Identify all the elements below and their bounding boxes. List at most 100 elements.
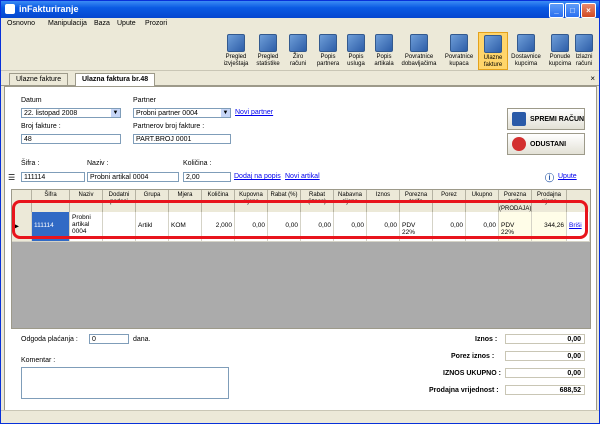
odgoda-label: Odgoda plaćanja : (21, 336, 78, 343)
dodaj-na-popis-link[interactable]: Dodaj na popis (234, 173, 281, 180)
menu-manipulacija[interactable]: Manipulacija (48, 20, 87, 27)
delivery-icon (517, 34, 535, 52)
toolbar-label: Žiro (292, 54, 304, 60)
toolbar-pregled-izvjestaja[interactable]: Pregled izvještaja (221, 32, 251, 68)
kolicina-input[interactable]: 2,00 (183, 172, 231, 182)
toolbar-label: fakture (483, 62, 503, 68)
toolbar-label: Izlazni (575, 54, 593, 60)
partner-value: Probni partner 0004 (136, 110, 198, 117)
toolbar-ulazne-fakture[interactable]: Ulazne fakture (478, 32, 508, 70)
status-bar (1, 410, 599, 423)
list-icon: ☰ (8, 173, 16, 182)
menu-osnovno[interactable]: Osnovno (7, 20, 35, 27)
menu-bar: Osnovno Manipulacija Baza Upute Prozori (1, 18, 599, 30)
toolbar-label: kupcima (548, 61, 572, 67)
toolbar-label: Dostavnice (511, 54, 541, 60)
bank-icon (289, 34, 307, 52)
toolbar-label: računi (575, 61, 593, 67)
spremi-racun-button[interactable]: SPREMI RAČUN (507, 108, 585, 130)
upute-link[interactable]: Upute (558, 173, 577, 180)
incoming-invoice-icon (484, 35, 502, 53)
sifra-label: Šifra : (21, 160, 40, 167)
title-bar: inFakturiranje _ □ × (1, 1, 599, 18)
info-icon: ⓘ (545, 173, 555, 183)
close-button[interactable]: × (581, 3, 596, 18)
toolbar-label: Popis (320, 54, 336, 60)
partnerov-broj-input[interactable]: PART.BROJ 0001 (133, 134, 231, 144)
toolbar-label: artikala (374, 61, 394, 67)
odustani-button[interactable]: ODUSTANI (507, 133, 585, 155)
toolbar-label: kupcima (514, 61, 538, 67)
toolbar-label: statistike (256, 61, 280, 67)
partner-select[interactable]: Probni partner 0004 ▼ (133, 108, 231, 118)
menu-prozori[interactable]: Prozori (145, 20, 167, 27)
toolbar-popis-artikala[interactable]: Popis artikala (369, 32, 399, 68)
odgoda-input[interactable]: 0 (89, 334, 129, 344)
iznos-ukupno-label: IZNOS UKUPNO : (443, 370, 501, 377)
sifra-input[interactable]: 111114 (21, 172, 85, 182)
iznos-ukupno-value: 0,00 (505, 368, 585, 378)
prodajna-vrijednost-label: Prodajna vrijednost : (429, 387, 499, 394)
komentar-textarea[interactable] (21, 367, 229, 399)
toolbar-popis-usluga[interactable]: Popis usluga (341, 32, 371, 68)
toolbar-izlazni-racuni[interactable]: Izlazni računi (569, 32, 599, 68)
app-window: inFakturiranje _ □ × Osnovno Manipulacij… (0, 0, 600, 424)
naziv-input[interactable]: Probni artikal 0004 (87, 172, 179, 182)
partners-icon (319, 34, 337, 52)
novi-artikal-link[interactable]: Novi artikal (285, 173, 320, 180)
statistics-icon (259, 34, 277, 52)
app-icon (5, 4, 15, 14)
save-button-label: SPREMI RAČUN (530, 116, 585, 123)
toolbar-label: računi (289, 61, 307, 67)
iznos-label: Iznos : (475, 336, 498, 343)
services-icon (347, 34, 365, 52)
datum-label: Datum (21, 97, 42, 104)
toolbar-label: Pregled (225, 54, 247, 60)
broj-fakture-label: Broj fakture : (21, 123, 61, 130)
menu-baza[interactable]: Baza (94, 20, 110, 27)
highlight-annotation (12, 200, 588, 239)
toolbar-pregled-statistike[interactable]: Pregled statistike (253, 32, 283, 68)
datum-picker[interactable]: 22. listopad 2008 ▼ (21, 108, 121, 118)
save-icon (512, 112, 526, 126)
toolbar-povratnice-dobavljacima[interactable]: Povratnice dobavljačima (399, 32, 439, 68)
chevron-down-icon: ▼ (111, 109, 120, 117)
menu-upute[interactable]: Upute (117, 20, 136, 27)
tab-close-icon[interactable]: × (590, 74, 595, 83)
toolbar-label: Ulazne (483, 55, 503, 61)
porez-iznos-label: Porez iznos : (451, 353, 495, 360)
toolbar: Pregled izvještaja Pregled statistike Žiro… (1, 30, 599, 71)
minimize-button[interactable]: _ (549, 3, 564, 18)
kolicina-label: Količina : (183, 160, 212, 167)
broj-fakture-input[interactable]: 48 (21, 134, 121, 144)
toolbar-ziro-racuni[interactable]: Žiro računi (283, 32, 313, 68)
invoice-panel: Datum 22. listopad 2008 ▼ Partner Probni … (4, 86, 597, 411)
toolbar-label: Popis (348, 54, 364, 60)
novi-partner-link[interactable]: Novi partner (235, 109, 273, 116)
toolbar-label: partnera (316, 61, 340, 67)
outgoing-invoice-icon (575, 34, 593, 52)
maximize-button[interactable]: □ (565, 3, 580, 18)
toolbar-label: usluga (347, 61, 365, 67)
toolbar-popis-partnera[interactable]: Popis partnera (313, 32, 343, 68)
return-supplier-icon (410, 34, 428, 52)
tab-ulazna-faktura[interactable]: Ulazna faktura br.48 (75, 73, 156, 86)
datum-value: 22. listopad 2008 (24, 110, 78, 117)
chevron-down-icon: ▼ (221, 109, 230, 117)
toolbar-label: Povratnice (404, 54, 434, 60)
partnerov-broj-label: Partnerov broj fakture : (133, 123, 205, 130)
tab-strip: Ulazne fakture Ulazna faktura br.48 (1, 71, 599, 86)
toolbar-label: kupaca (449, 61, 469, 67)
power-icon (512, 137, 526, 151)
komentar-label: Komentar : (21, 357, 56, 364)
tab-ulazne-fakture[interactable]: Ulazne fakture (9, 73, 69, 85)
toolbar-label: dobavljačima (401, 61, 437, 67)
report-icon (227, 34, 245, 52)
toolbar-dostavnice-kupcima[interactable]: Dostavnice kupcima (509, 32, 543, 68)
cancel-button-label: ODUSTANI (530, 141, 567, 148)
offer-icon (551, 34, 569, 52)
toolbar-povratnice-kupaca[interactable]: Povratnice kupaca (441, 32, 477, 68)
toolbar-label: Povratnice (444, 54, 474, 60)
porez-iznos-value: 0,00 (505, 351, 585, 361)
naziv-label: Naziv : (87, 160, 109, 167)
